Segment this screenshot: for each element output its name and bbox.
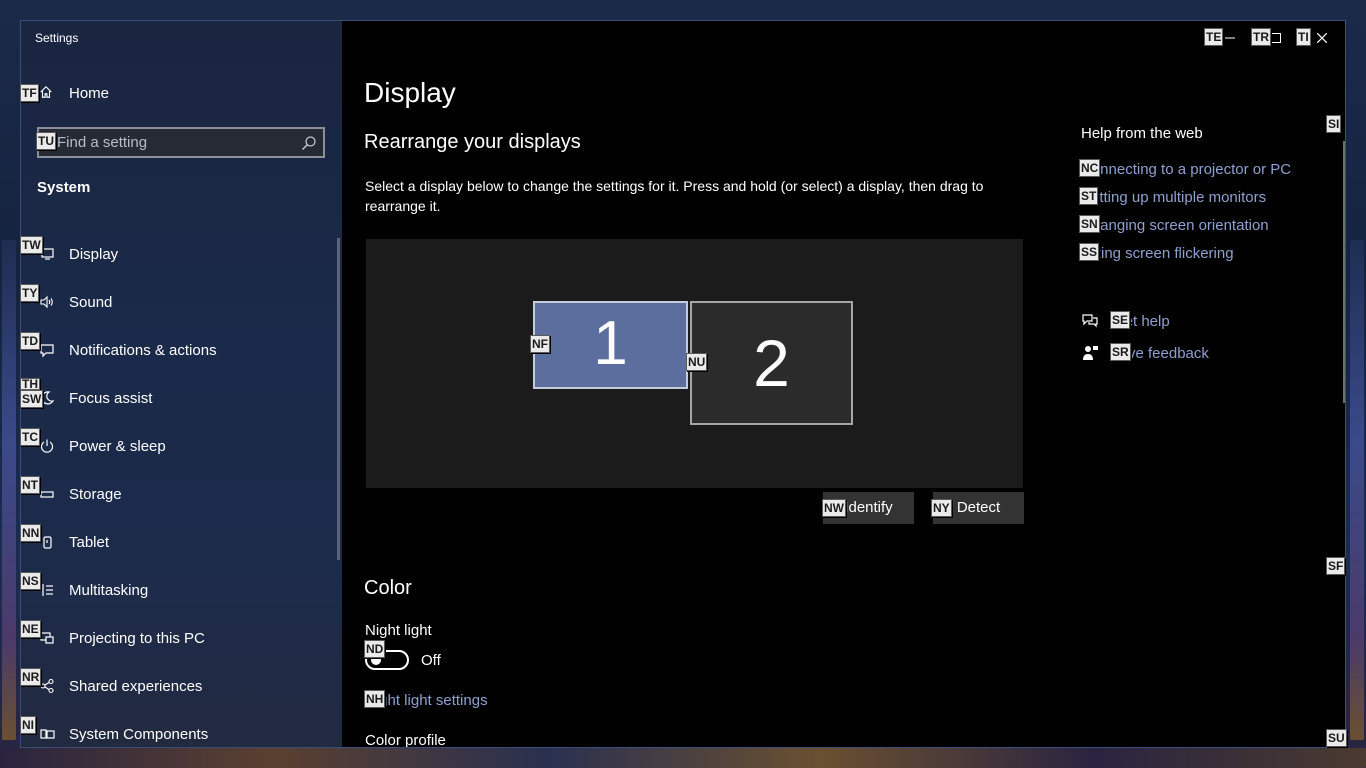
color-profile-label: Color profile xyxy=(365,732,446,748)
sidebar-item-focus-assist[interactable]: Focus assist xyxy=(21,382,337,414)
home-button[interactable]: Home xyxy=(21,83,341,105)
speaker-icon xyxy=(40,295,53,309)
hint-badge-focus-b[interactable]: SW xyxy=(20,390,44,408)
hint-badge-search[interactable]: TU xyxy=(36,132,56,150)
hint-badge-minimize[interactable]: TE xyxy=(1204,28,1224,46)
hint-badge-components[interactable]: NI xyxy=(20,716,36,734)
sidebar-item-label: Power & sleep xyxy=(69,438,166,455)
help-link-orientation[interactable]: Changing screen orientation xyxy=(1081,217,1269,234)
home-label: Home xyxy=(69,85,110,102)
hint-badge-display[interactable]: TW xyxy=(20,236,43,254)
hint-badge-night-toggle[interactable]: ND xyxy=(364,640,386,658)
rearrange-description: Select a display below to change the set… xyxy=(365,178,984,214)
hint-badge-multitasking[interactable]: NS xyxy=(20,572,41,590)
chat-help-icon xyxy=(1082,314,1098,328)
page-title: Display xyxy=(364,77,456,108)
tablet-icon xyxy=(43,536,52,549)
search-box[interactable] xyxy=(37,127,325,158)
storage-icon xyxy=(40,491,54,498)
multitasking-icon xyxy=(42,584,53,596)
sidebar-item-shared-experiences[interactable]: Shared experiences xyxy=(21,670,337,702)
close-icon xyxy=(1317,33,1327,43)
window-controls xyxy=(1207,21,1345,55)
sidebar-item-tablet[interactable]: Tablet xyxy=(21,526,337,558)
projecting-icon xyxy=(40,632,54,644)
sidebar-item-label: System Components xyxy=(69,726,209,743)
help-heading: Help from the web xyxy=(1081,125,1203,142)
hint-badge-help-4[interactable]: SS xyxy=(1079,243,1100,261)
components-icon xyxy=(40,729,55,739)
hint-badge-home[interactable]: TF xyxy=(20,84,39,102)
rearrange-heading: Rearrange your displays xyxy=(364,131,581,153)
help-link-multiple-monitors[interactable]: Setting up multiple monitors xyxy=(1081,189,1266,206)
sidebar-item-label: Multitasking xyxy=(69,582,149,599)
sidebar-item-label: Sound xyxy=(69,294,113,311)
help-link-projector[interactable]: Connecting to a projector or PC xyxy=(1081,161,1291,178)
hint-badge-storage[interactable]: NT xyxy=(20,476,40,494)
hint-badge-help-1[interactable]: NC xyxy=(1079,159,1101,177)
sidebar-item-label: Notifications & actions xyxy=(69,342,217,359)
hint-badge-identify[interactable]: NW xyxy=(822,499,846,517)
sidebar-scrollbar[interactable] xyxy=(337,238,340,560)
monitor-1[interactable]: 1 xyxy=(533,301,688,389)
color-heading: Color xyxy=(364,577,412,599)
hint-badge-scroll-mid[interactable]: SF xyxy=(1326,557,1346,575)
sidebar-item-system-components[interactable]: System Components xyxy=(21,718,337,747)
main-scrollbar[interactable] xyxy=(1343,141,1345,403)
hint-badge-help-3[interactable]: SN xyxy=(1079,215,1100,233)
sidebar-item-power-sleep[interactable]: Power & sleep xyxy=(21,430,337,462)
hint-badge-focus-a[interactable]: TH xyxy=(20,378,40,390)
system-heading: System xyxy=(37,179,91,196)
hint-badge-maximize[interactable]: TR xyxy=(1251,28,1271,46)
hint-badge-get-help[interactable]: SE xyxy=(1110,311,1131,329)
sidebar-item-notifications[interactable]: Notifications & actions xyxy=(21,334,337,366)
notification-icon xyxy=(40,344,54,358)
hint-badge-help-2[interactable]: ST xyxy=(1079,187,1099,205)
share-icon xyxy=(40,678,54,694)
hint-badge-scroll-bottom[interactable]: SU xyxy=(1326,729,1347,747)
hint-badge-night-settings[interactable]: NH xyxy=(364,690,386,708)
search-icon[interactable] xyxy=(301,135,317,151)
main-pane: Display Rearrange your displays Select a… xyxy=(342,21,1345,748)
hint-badge-monitor-2[interactable]: NU xyxy=(686,353,708,371)
maximize-icon xyxy=(1271,33,1281,43)
hint-badge-tablet[interactable]: NN xyxy=(20,524,42,542)
settings-window: Settings Home System Display Sound Notif… xyxy=(20,20,1346,748)
sidebar-item-display[interactable]: Display xyxy=(21,238,337,270)
sidebar-item-multitasking[interactable]: Multitasking xyxy=(21,574,337,606)
help-link-flickering[interactable]: Fixing screen flickering xyxy=(1081,245,1234,262)
hint-badge-sound[interactable]: TY xyxy=(20,284,40,302)
sidebar-item-sound[interactable]: Sound xyxy=(21,286,337,318)
minimize-icon xyxy=(1225,37,1235,39)
sidebar-item-storage[interactable]: Storage xyxy=(21,478,337,510)
power-icon xyxy=(40,439,54,453)
night-light-label: Night light xyxy=(365,622,432,639)
search-input[interactable] xyxy=(39,129,323,156)
sidebar-item-label: Display xyxy=(69,246,119,263)
hint-badge-projecting[interactable]: NE xyxy=(20,620,41,638)
feedback-icon xyxy=(1083,346,1098,360)
sidebar-item-label: Focus assist xyxy=(69,390,153,407)
monitor-2[interactable]: 2 xyxy=(690,301,853,425)
hint-badge-monitor-1[interactable]: NF xyxy=(530,335,550,353)
home-icon xyxy=(40,85,52,98)
hint-badge-scroll-top[interactable]: SI xyxy=(1326,115,1342,133)
sidebar: Settings Home System Display Sound Notif… xyxy=(21,21,342,747)
hint-badge-detect[interactable]: NY xyxy=(931,499,952,517)
hint-badge-shared[interactable]: NR xyxy=(20,668,42,686)
hint-badge-feedback[interactable]: SR xyxy=(1110,343,1131,361)
sidebar-item-label: Projecting to this PC xyxy=(69,630,205,647)
window-title: Settings xyxy=(35,31,79,45)
night-light-state: Off xyxy=(421,652,441,669)
sidebar-item-projecting[interactable]: Projecting to this PC xyxy=(21,622,337,654)
hint-badge-close[interactable]: TI xyxy=(1296,28,1311,46)
sidebar-item-label: Shared experiences xyxy=(69,678,203,695)
hint-badge-notifications[interactable]: TD xyxy=(20,332,40,350)
hint-badge-power[interactable]: TC xyxy=(20,428,40,446)
sidebar-item-label: Storage xyxy=(69,486,122,503)
sidebar-item-label: Tablet xyxy=(69,534,110,551)
